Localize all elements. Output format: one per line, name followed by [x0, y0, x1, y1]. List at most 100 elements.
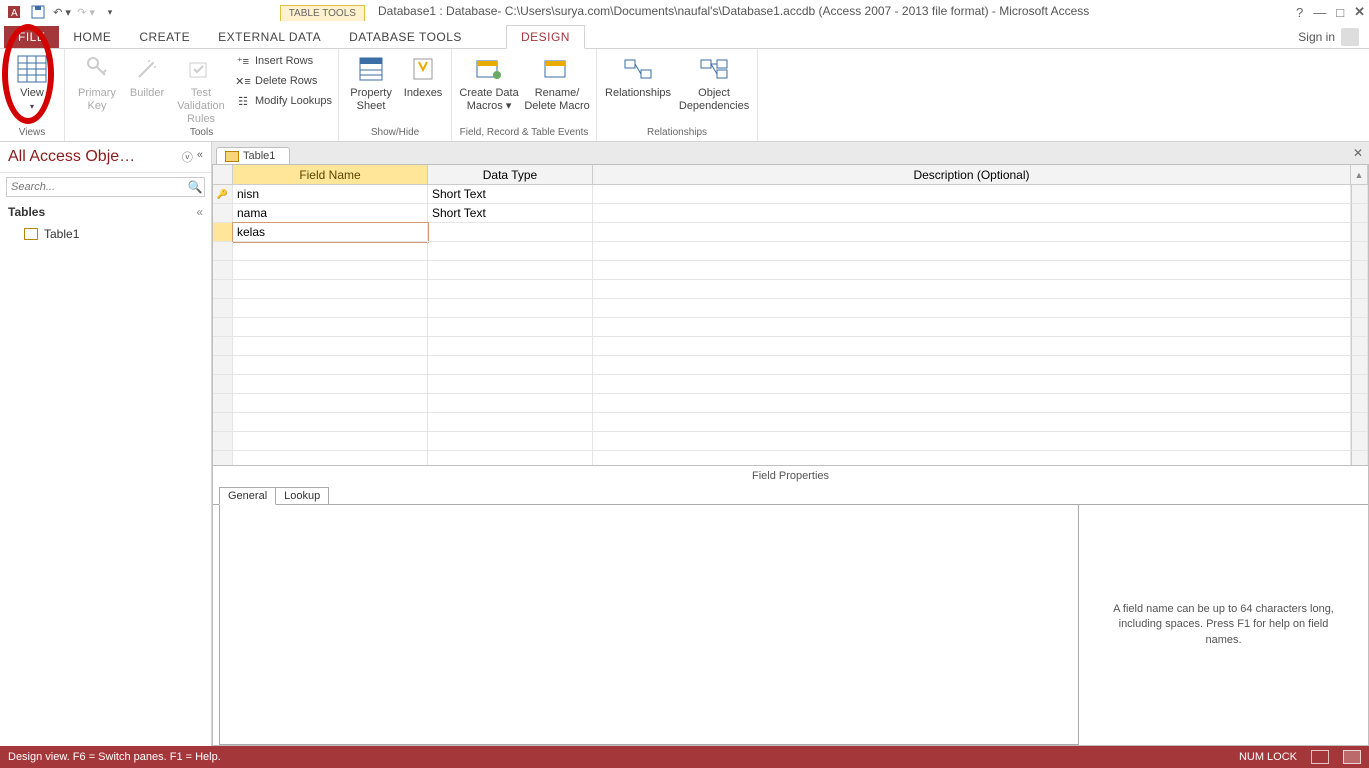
row-selector[interactable]: 🔑: [213, 185, 233, 204]
tab-general[interactable]: General: [219, 487, 276, 505]
row-selector[interactable]: [213, 356, 233, 375]
field-name-cell[interactable]: [233, 375, 428, 394]
field-name-cell[interactable]: [233, 451, 428, 465]
data-type-cell[interactable]: [428, 280, 593, 299]
grid-header-field[interactable]: Field Name: [233, 165, 428, 185]
field-name-cell[interactable]: [233, 394, 428, 413]
tab-lookup[interactable]: Lookup: [275, 487, 329, 505]
restore-icon[interactable]: □: [1336, 5, 1344, 20]
tab-database-tools[interactable]: DATABASE TOOLS: [335, 26, 476, 48]
row-selector[interactable]: [213, 375, 233, 394]
tab-external-data[interactable]: EXTERNAL DATA: [204, 26, 335, 48]
relationships-button[interactable]: Relationships: [603, 53, 673, 100]
field-name-cell[interactable]: [233, 261, 428, 280]
data-type-cell[interactable]: [428, 261, 593, 280]
save-icon[interactable]: [28, 2, 48, 22]
builder-button[interactable]: Builder: [127, 53, 167, 100]
description-cell[interactable]: [593, 185, 1351, 204]
table-row[interactable]: [213, 413, 1368, 432]
row-selector[interactable]: [213, 413, 233, 432]
tab-create[interactable]: CREATE: [125, 26, 204, 48]
primary-key-button[interactable]: Primary Key: [71, 53, 123, 113]
row-selector[interactable]: [213, 451, 233, 465]
data-type-cell[interactable]: [428, 337, 593, 356]
table-row[interactable]: [213, 432, 1368, 451]
indexes-button[interactable]: Indexes: [401, 53, 445, 100]
field-name-cell[interactable]: kelas: [233, 223, 428, 242]
description-cell[interactable]: [593, 394, 1351, 413]
grid-scroll-up[interactable]: ▲: [1351, 165, 1368, 185]
tab-home[interactable]: HOME: [59, 26, 125, 48]
field-properties-grid[interactable]: [219, 505, 1079, 745]
table-row[interactable]: kelas: [213, 223, 1368, 242]
field-name-cell[interactable]: [233, 413, 428, 432]
table-row[interactable]: [213, 261, 1368, 280]
create-data-macros-button[interactable]: Create Data Macros ▾: [458, 53, 520, 113]
search-icon[interactable]: 🔍: [186, 180, 204, 194]
table-row[interactable]: [213, 280, 1368, 299]
description-cell[interactable]: [593, 451, 1351, 465]
datasheet-view-button[interactable]: [1311, 750, 1329, 764]
table-row[interactable]: 🔑nisnShort Text: [213, 185, 1368, 204]
data-type-cell[interactable]: [428, 432, 593, 451]
table-row[interactable]: [213, 242, 1368, 261]
table-row[interactable]: [213, 299, 1368, 318]
description-cell[interactable]: [593, 413, 1351, 432]
nav-dropdown-icon[interactable]: ⓥ: [182, 149, 193, 165]
object-dependencies-button[interactable]: Object Dependencies: [677, 53, 751, 113]
description-cell[interactable]: [593, 204, 1351, 223]
table-row[interactable]: [213, 451, 1368, 465]
field-name-cell[interactable]: [233, 318, 428, 337]
search-input[interactable]: [7, 181, 186, 193]
data-type-cell[interactable]: [428, 356, 593, 375]
data-type-cell[interactable]: [428, 413, 593, 432]
nav-item-table1[interactable]: Table1: [0, 223, 211, 245]
grid-header-selector[interactable]: [213, 165, 233, 185]
description-cell[interactable]: [593, 337, 1351, 356]
qat-customize-icon[interactable]: ▾: [100, 2, 120, 22]
row-selector[interactable]: [213, 432, 233, 451]
row-selector[interactable]: [213, 337, 233, 356]
table-row[interactable]: namaShort Text: [213, 204, 1368, 223]
field-name-cell[interactable]: [233, 242, 428, 261]
data-type-cell[interactable]: [428, 451, 593, 465]
description-cell[interactable]: [593, 280, 1351, 299]
property-sheet-button[interactable]: Property Sheet: [345, 53, 397, 113]
nav-header[interactable]: All Access Obje… ⓥ «: [0, 142, 211, 173]
delete-rows-button[interactable]: ✕≡Delete Rows: [235, 73, 332, 89]
row-selector[interactable]: [213, 394, 233, 413]
table-row[interactable]: [213, 318, 1368, 337]
description-cell[interactable]: [593, 318, 1351, 337]
nav-collapse-icon[interactable]: «: [197, 149, 203, 165]
description-cell[interactable]: [593, 261, 1351, 280]
grid-header-type[interactable]: Data Type: [428, 165, 593, 185]
field-name-cell[interactable]: [233, 432, 428, 451]
row-selector[interactable]: [213, 223, 233, 242]
nav-group-tables[interactable]: Tables «: [0, 201, 211, 223]
help-icon[interactable]: ?: [1296, 5, 1303, 20]
doc-tab-table1[interactable]: Table1: [216, 147, 290, 164]
data-type-cell[interactable]: [428, 394, 593, 413]
row-selector[interactable]: [213, 261, 233, 280]
description-cell[interactable]: [593, 356, 1351, 375]
rename-delete-macro-button[interactable]: Rename/ Delete Macro: [524, 53, 590, 113]
data-type-cell[interactable]: [428, 299, 593, 318]
table-row[interactable]: [213, 394, 1368, 413]
view-button[interactable]: View ▾: [6, 53, 58, 112]
field-name-cell[interactable]: nisn: [233, 185, 428, 204]
data-type-cell[interactable]: Short Text: [428, 185, 593, 204]
close-doc-icon[interactable]: ✕: [1353, 146, 1363, 160]
row-selector[interactable]: [213, 318, 233, 337]
minimize-icon[interactable]: —: [1313, 5, 1326, 20]
field-name-cell[interactable]: [233, 280, 428, 299]
tab-design[interactable]: DESIGN: [506, 25, 585, 49]
description-cell[interactable]: [593, 242, 1351, 261]
undo-icon[interactable]: ↶ ▾: [52, 2, 72, 22]
description-cell[interactable]: [593, 223, 1351, 242]
grid-header-desc[interactable]: Description (Optional): [593, 165, 1351, 185]
tab-file[interactable]: FILE: [4, 26, 59, 48]
redo-icon[interactable]: ↷ ▾: [76, 2, 96, 22]
field-name-cell[interactable]: [233, 299, 428, 318]
description-cell[interactable]: [593, 299, 1351, 318]
nav-search[interactable]: 🔍: [6, 177, 205, 197]
